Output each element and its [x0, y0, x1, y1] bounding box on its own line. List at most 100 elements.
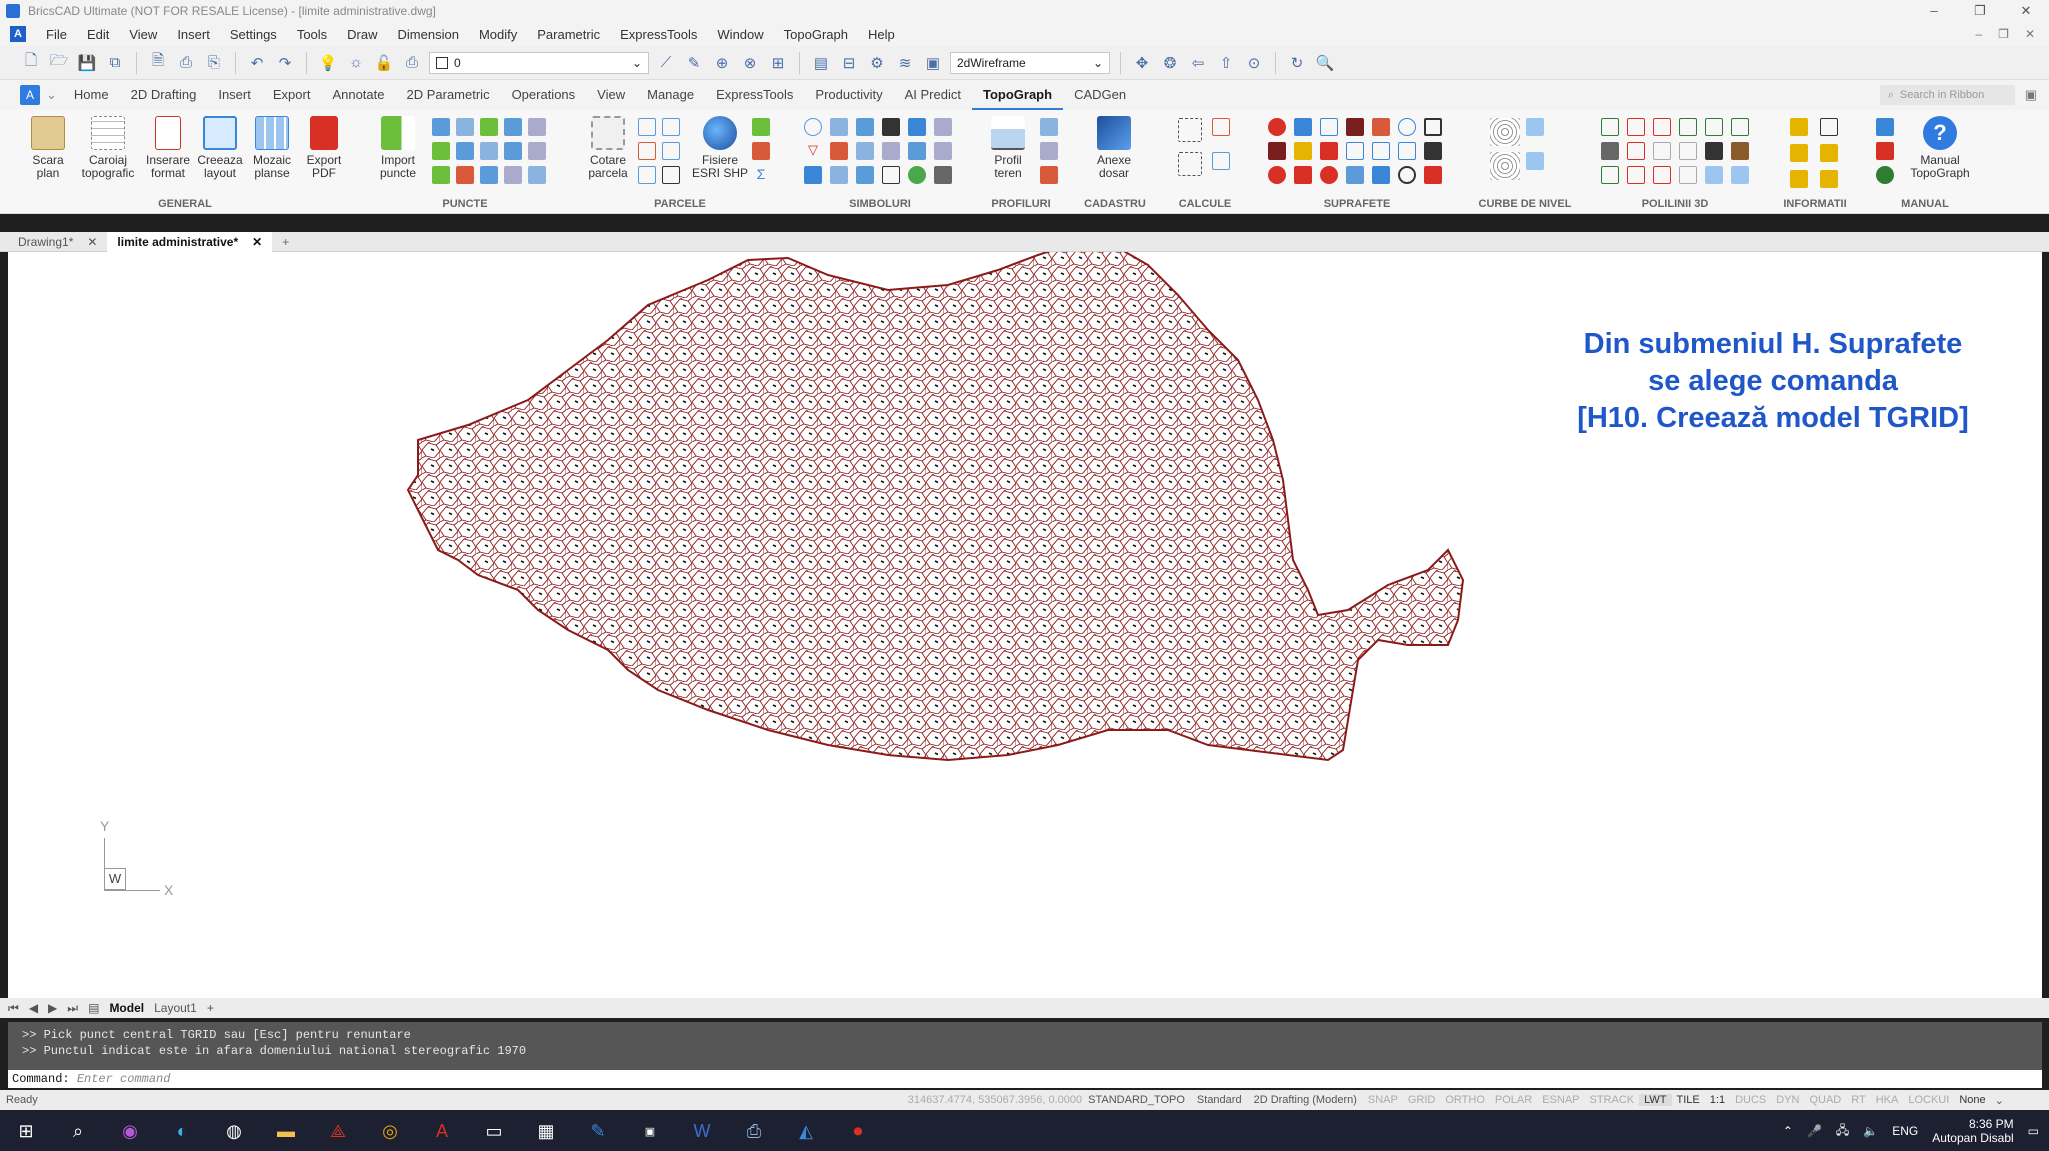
menu-dimension[interactable]: Dimension [388, 27, 469, 42]
notes-icon[interactable]: ▭ [474, 1111, 514, 1151]
surface-tool-icon[interactable] [1372, 166, 1390, 184]
new-file-icon[interactable]: 🗋 [20, 52, 42, 74]
profile-tool-icon[interactable] [1040, 142, 1058, 160]
add-tab-icon[interactable]: + [272, 235, 299, 249]
add-layout-icon[interactable]: + [207, 1001, 214, 1015]
symbol-tool-icon[interactable] [830, 118, 848, 136]
toggle-rt[interactable]: RT [1846, 1094, 1870, 1106]
symbol-tool-icon[interactable] [856, 142, 874, 160]
parcel-tool-icon[interactable] [638, 118, 656, 136]
next-layout-icon[interactable]: ▶ [48, 1001, 57, 1015]
chevron-down-icon[interactable]: ⌄ [1995, 1094, 2004, 1107]
symbol-tool-icon[interactable] [804, 118, 822, 136]
toggle-lwt[interactable]: LWT [1639, 1094, 1672, 1106]
point-tool-icon[interactable] [504, 166, 522, 184]
doc-restore-button[interactable]: ❐ [1998, 27, 2009, 41]
surface-tool-icon[interactable] [1424, 118, 1442, 136]
tab-2d-parametric[interactable]: 2D Parametric [395, 80, 500, 110]
minimize-button[interactable]: – [1911, 3, 1957, 19]
symbol-tool-icon[interactable] [908, 166, 926, 184]
print-icon[interactable]: ⎙ [175, 52, 197, 74]
help-tool-icon[interactable] [1876, 118, 1894, 136]
surface-tool-icon[interactable] [1398, 142, 1416, 160]
symbol-tool-icon[interactable] [830, 142, 848, 160]
autocad-icon[interactable]: A [422, 1111, 462, 1151]
menu-topograph[interactable]: TopoGraph [774, 27, 858, 42]
calculator-icon[interactable]: ▦ [526, 1111, 566, 1151]
windows-start-icon[interactable]: ⊞ [6, 1111, 46, 1151]
symbol-tool-icon[interactable] [908, 118, 926, 136]
symbol-tool-icon[interactable] [934, 142, 952, 160]
tab-export[interactable]: Export [262, 80, 322, 110]
surface-tool-icon[interactable] [1294, 142, 1312, 160]
tab-ai-predict[interactable]: AI Predict [894, 80, 972, 110]
parcel-tool-icon[interactable] [662, 142, 680, 160]
surface-tool-icon[interactable] [1398, 166, 1416, 184]
toggle-hka[interactable]: HKA [1871, 1094, 1904, 1106]
acrobat-icon[interactable]: ⟁ [318, 1111, 358, 1151]
symbol-tool-icon[interactable] [830, 166, 848, 184]
triangle-icon[interactable]: ▽ [804, 142, 822, 160]
symbol-tool-icon[interactable] [856, 166, 874, 184]
polyline-tool-icon[interactable] [1601, 142, 1619, 160]
word-icon[interactable]: W [682, 1111, 722, 1151]
menu-edit[interactable]: Edit [77, 27, 119, 42]
symbol-tool-icon[interactable] [908, 142, 926, 160]
layers-icon[interactable]: ≋ [894, 52, 916, 74]
status-dimstyle[interactable]: STANDARD_TOPO [1082, 1094, 1191, 1106]
anexe-dosar-button[interactable]: Anexe dosar [1086, 116, 1142, 180]
surface-tool-icon[interactable] [1268, 118, 1286, 136]
surface-tool-icon[interactable] [1346, 118, 1364, 136]
layer-lock-icon[interactable]: 🔓 [373, 52, 395, 74]
polyline-tool-icon[interactable] [1601, 118, 1619, 136]
symbol-tool-icon[interactable] [882, 118, 900, 136]
maximize-button[interactable]: ❐ [1957, 3, 2003, 19]
polyline-tool-icon[interactable] [1653, 142, 1671, 160]
tab-model[interactable]: Model [109, 1001, 144, 1015]
chevron-up-icon[interactable]: ⌃ [1783, 1124, 1793, 1138]
pen-tool-icon[interactable]: ✎ [578, 1111, 618, 1151]
rotate-view-icon[interactable]: ↻ [1286, 52, 1308, 74]
open-file-icon[interactable]: 🗁 [48, 52, 70, 74]
chevron-down-icon[interactable]: ⌄ [46, 87, 57, 103]
search-icon[interactable]: ⌕ [58, 1111, 98, 1151]
file-explorer-icon[interactable]: ▬ [266, 1111, 306, 1151]
point-tool-icon[interactable] [528, 166, 546, 184]
printer-icon[interactable]: ⎙ [734, 1111, 774, 1151]
drawing-canvas[interactable]: Din submeniul H. Suprafete se alege coma… [8, 252, 2042, 998]
profile-tool-icon[interactable] [1040, 118, 1058, 136]
save-icon[interactable]: 💾 [76, 52, 98, 74]
undo-icon[interactable]: ↶ [246, 52, 268, 74]
bricscad-taskbar-icon[interactable]: ◭ [786, 1111, 826, 1151]
polyline-tool-icon[interactable] [1653, 118, 1671, 136]
polyline-tool-icon[interactable] [1731, 166, 1749, 184]
menu-view[interactable]: View [119, 27, 167, 42]
export-pdf-button[interactable]: Export PDF [296, 116, 352, 180]
point-tool-icon[interactable] [480, 118, 498, 136]
polyline-tool-icon[interactable] [1679, 142, 1697, 160]
info-tool-icon[interactable] [1820, 170, 1838, 188]
zoom-realtime-icon[interactable]: 🔍 [1314, 52, 1336, 74]
cotare-parcela-button[interactable]: Cotare parcela [580, 116, 636, 180]
contour-tool-icon[interactable] [1490, 118, 1520, 146]
polyline-tool-icon[interactable] [1731, 142, 1749, 160]
menu-modify[interactable]: Modify [469, 27, 527, 42]
contour-tool-icon[interactable] [1490, 152, 1520, 180]
help-tool-icon[interactable] [1876, 142, 1894, 160]
status-textstyle[interactable]: Standard [1191, 1094, 1248, 1106]
close-icon[interactable]: ✕ [252, 235, 262, 249]
polyline-tool-icon[interactable] [1653, 166, 1671, 184]
layer-on-icon[interactable]: 💡 [317, 52, 339, 74]
visual-style-combo[interactable]: 2dWireframe ⌄ [950, 51, 1110, 74]
prev-layout-icon[interactable]: ◀ [29, 1001, 38, 1015]
tab-expresstools[interactable]: ExpressTools [705, 80, 804, 110]
symbol-tool-icon[interactable] [882, 166, 900, 184]
polyline-tool-icon[interactable] [1679, 166, 1697, 184]
toggle-quad[interactable]: QUAD [1804, 1094, 1846, 1106]
point-tool-icon[interactable] [432, 142, 450, 160]
calc-tool-icon[interactable] [1212, 118, 1230, 136]
toggle-ducs[interactable]: DUCS [1730, 1094, 1771, 1106]
polyline-tool-icon[interactable] [1679, 118, 1697, 136]
clock[interactable]: 8:36 PM Autopan Disabl [1932, 1117, 2013, 1145]
redo-icon[interactable]: ↷ [274, 52, 296, 74]
